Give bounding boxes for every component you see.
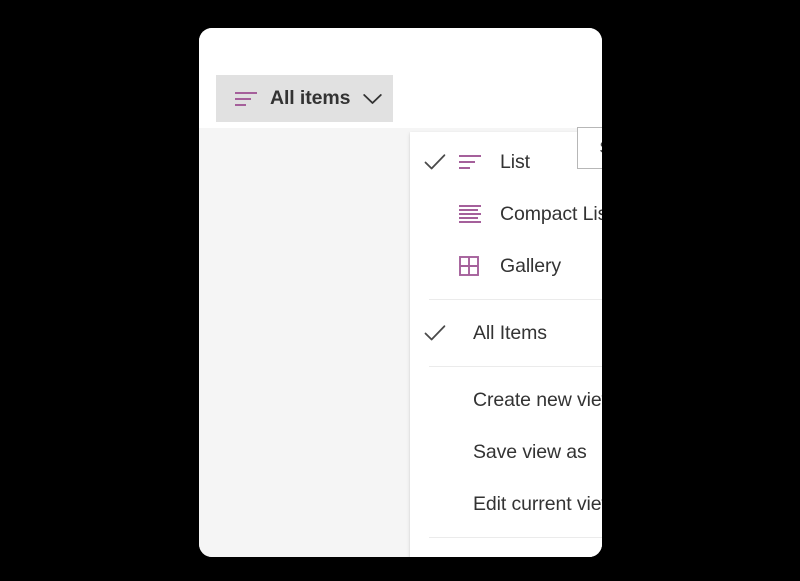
list-view-icon [235, 91, 257, 107]
menu-divider [429, 299, 602, 300]
menu-item-label: Create new view [473, 388, 602, 411]
menu-item-format-current-view[interactable]: Format current view [410, 545, 602, 557]
menu-item-label: Compact List [500, 202, 602, 225]
app-card: All items List Compact List Gallery All … [199, 28, 602, 557]
compact-list-icon [459, 204, 492, 224]
menu-item-label: All Items [473, 321, 547, 344]
menu-item-gallery[interactable]: Gallery [410, 240, 602, 292]
menu-item-label: Save view as [473, 440, 587, 463]
menu-item-label: Edit current view [473, 492, 602, 515]
menu-item-all-items[interactable]: All Items [410, 307, 602, 359]
menu-item-label: List [500, 150, 530, 173]
menu-item-compact-list[interactable]: Compact List [410, 188, 602, 240]
menu-item-save-view-as[interactable]: Save view as [410, 426, 602, 478]
menu-item-edit-current-view[interactable]: Edit current view [410, 478, 602, 530]
view-options-menu: List Compact List Gallery All Items Crea… [410, 132, 602, 557]
tooltip-text: Switch view options [599, 138, 602, 158]
tooltip: Switch view options [577, 127, 602, 169]
view-switch-button[interactable]: All items [216, 75, 393, 122]
menu-divider [429, 366, 602, 367]
menu-divider [429, 537, 602, 538]
chevron-down-icon [363, 93, 383, 105]
gallery-grid-icon [459, 256, 492, 276]
command-bar: All items [199, 28, 602, 122]
checkmark-icon [410, 324, 459, 342]
checkmark-icon [410, 153, 459, 171]
menu-item-create-new-view[interactable]: Create new view [410, 374, 602, 426]
view-switch-label: All items [270, 87, 351, 109]
menu-item-label: Gallery [500, 254, 562, 277]
list-view-icon [459, 154, 492, 170]
menu-item-list[interactable]: List [410, 136, 602, 188]
